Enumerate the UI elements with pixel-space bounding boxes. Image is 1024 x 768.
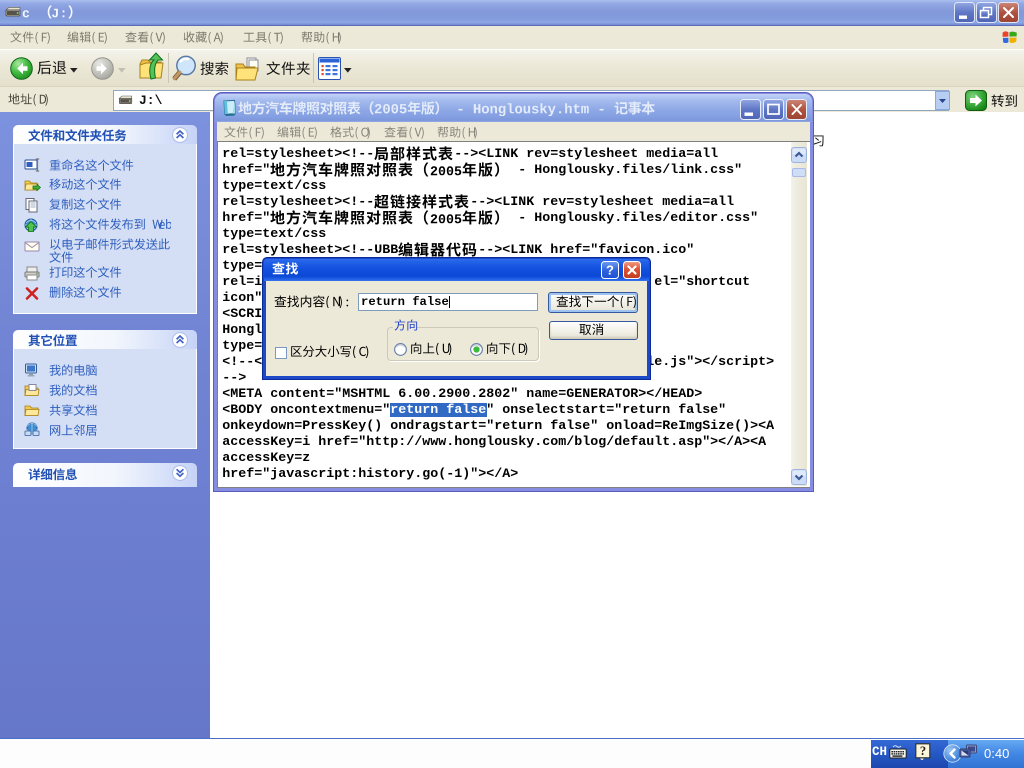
svg-text:?: ? [606,262,614,277]
svg-text:?: ? [920,744,926,758]
